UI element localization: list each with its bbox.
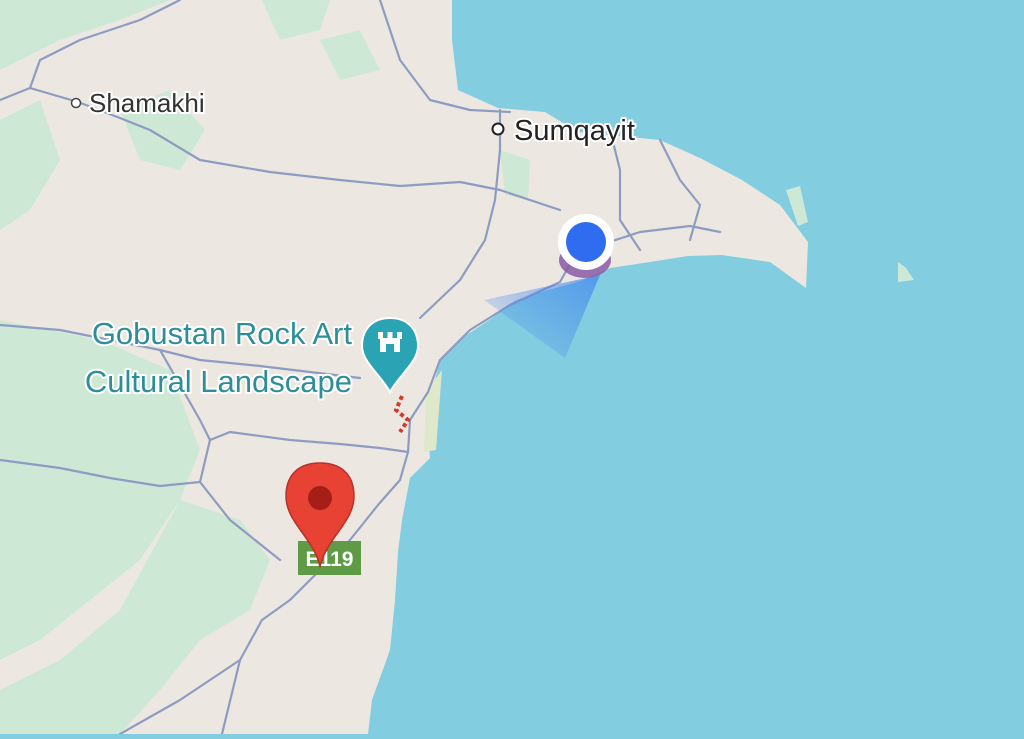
place-label-sumqayit: Sumqayit [514,115,635,147]
map-view[interactable]: E119 Shamakhi Sumqayit Gobustan Rock Art… [0,0,1024,736]
place-label-shamakhi: Shamakhi [89,88,205,118]
place-dot-icon [491,122,505,136]
blue-dot-icon[interactable] [558,214,614,278]
poi-label-line2: Cultural Landscape [85,364,352,399]
poi-label-line1: Gobustan Rock Art [92,316,353,351]
place-sumqayit[interactable]: Sumqayit [491,113,637,149]
place-shamakhi[interactable]: Shamakhi [70,86,207,120]
place-dot-icon [70,97,82,109]
route-shield-label: E119 [306,548,354,571]
